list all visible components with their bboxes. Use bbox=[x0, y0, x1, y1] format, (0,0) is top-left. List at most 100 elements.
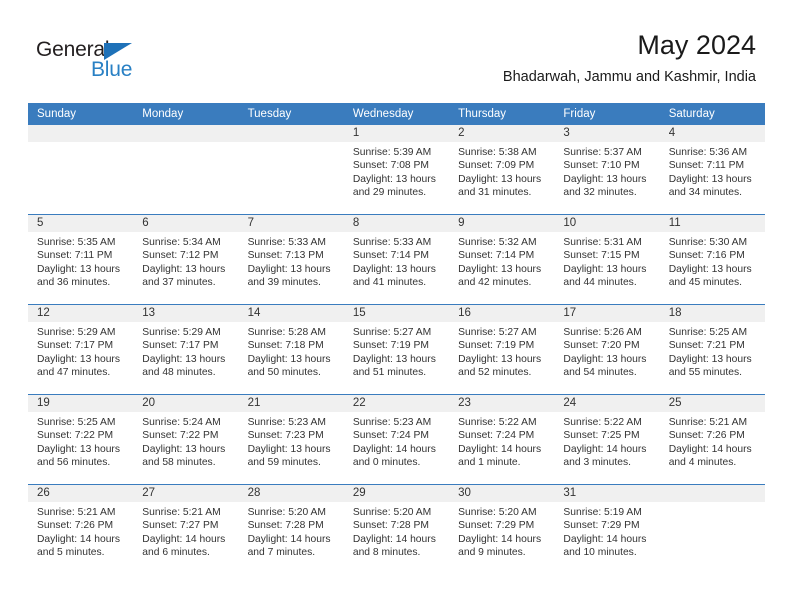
day-sunrise-text: Sunrise: 5:20 AM bbox=[458, 507, 537, 518]
day-sunrise-text: Sunrise: 5:27 AM bbox=[458, 327, 537, 338]
day-daylight-line1-text: Daylight: 13 hours bbox=[563, 263, 647, 275]
day-daylight-line2-text: and 47 minutes. bbox=[37, 367, 111, 379]
day-cell[interactable]: 23 Sunrise: 5:22 AM Sunset: 7:24 PM Dayligh… bbox=[449, 395, 555, 484]
day-sunrise-text: Sunrise: 5:25 AM bbox=[37, 417, 116, 428]
day-sunrise-text: Sunrise: 5:22 AM bbox=[458, 417, 537, 428]
day-sun-info: Sunrise: 5:20 AM Sunset: 7:28 PM Daylight:… bbox=[344, 502, 449, 560]
day-daylight-line1-text: Daylight: 14 hours bbox=[668, 443, 752, 455]
day-daylight-line2-text: and 31 minutes. bbox=[458, 187, 532, 199]
day-cell[interactable]: 18 Sunrise: 5:25 AM Sunset: 7:21 PM Dayligh… bbox=[659, 305, 765, 394]
day-daylight-line1-text: Daylight: 13 hours bbox=[458, 173, 542, 185]
day-sunset-text: Sunset: 7:29 PM bbox=[458, 520, 535, 532]
day-cell[interactable]: 13 Sunrise: 5:29 AM Sunset: 7:17 PM Dayligh… bbox=[133, 305, 239, 394]
day-daylight-line2-text: and 48 minutes. bbox=[142, 367, 216, 379]
day-sunset-text: Sunset: 7:24 PM bbox=[352, 430, 429, 442]
day-daylight-line2-text: and 41 minutes. bbox=[352, 277, 427, 289]
day-cell[interactable]: 6 Sunrise: 5:34 AM Sunset: 7:12 PM Daylight… bbox=[133, 215, 239, 304]
general-blue-logo[interactable]: General Blue bbox=[36, 38, 166, 86]
day-daylight-line2-text: and 10 minutes. bbox=[563, 547, 637, 559]
day-sunset-text: Sunset: 7:11 PM bbox=[668, 160, 745, 172]
day-sun-info: Sunrise: 5:21 AM Sunset: 7:26 PM Daylight:… bbox=[28, 502, 133, 560]
day-cell[interactable]: 2 Sunrise: 5:38 AM Sunset: 7:09 PM Daylight… bbox=[449, 125, 555, 214]
day-daylight-line2-text: and 3 minutes. bbox=[563, 457, 631, 469]
day-cell[interactable]: 27 Sunrise: 5:21 AM Sunset: 7:27 PM Dayligh… bbox=[133, 485, 239, 574]
day-daylight-line1-text: Daylight: 13 hours bbox=[563, 173, 647, 185]
day-sunset-text: Sunset: 7:13 PM bbox=[247, 250, 324, 262]
day-number: 22 bbox=[343, 395, 450, 412]
day-cell[interactable]: 17 Sunrise: 5:26 AM Sunset: 7:20 PM Dayligh… bbox=[554, 305, 660, 394]
day-sun-info: Sunrise: 5:29 AM Sunset: 7:17 PM Daylight:… bbox=[28, 322, 133, 380]
day-cell[interactable]: 1 Sunrise: 5:39 AM Sunset: 7:08 PM Daylight… bbox=[343, 125, 450, 214]
day-sunrise-text: Sunrise: 5:30 AM bbox=[668, 237, 748, 248]
day-sun-info: Sunrise: 5:30 AM Sunset: 7:16 PM Daylight:… bbox=[660, 232, 765, 290]
day-daylight-line2-text: and 52 minutes. bbox=[458, 367, 532, 379]
weekday-header-friday: Friday bbox=[563, 108, 596, 120]
day-daylight-line1-text: Daylight: 13 hours bbox=[37, 263, 120, 275]
day-cell[interactable]: 4 Sunrise: 5:36 AM Sunset: 7:11 PM Daylight… bbox=[659, 125, 765, 214]
day-daylight-line2-text: and 50 minutes. bbox=[247, 367, 321, 379]
day-sunset-text: Sunset: 7:16 PM bbox=[668, 250, 745, 262]
day-sunset-text: Sunset: 7:08 PM bbox=[352, 160, 429, 172]
day-sunset-text: Sunset: 7:14 PM bbox=[458, 250, 535, 262]
day-sun-info: Sunrise: 5:22 AM Sunset: 7:25 PM Daylight:… bbox=[554, 412, 659, 470]
day-sun-info: Sunrise: 5:37 AM Sunset: 7:10 PM Daylight:… bbox=[554, 142, 659, 200]
day-number: 13 bbox=[133, 305, 239, 322]
day-sunset-text: Sunset: 7:18 PM bbox=[247, 340, 324, 352]
week-cells: 12 Sunrise: 5:29 AM Sunset: 7:17 PM Dayligh… bbox=[28, 305, 765, 394]
day-cell[interactable]: 28 Sunrise: 5:20 AM Sunset: 7:28 PM Dayligh… bbox=[238, 485, 344, 574]
day-cell[interactable]: 22 Sunrise: 5:23 AM Sunset: 7:24 PM Dayligh… bbox=[343, 395, 450, 484]
day-daylight-line2-text: and 8 minutes. bbox=[352, 547, 421, 559]
day-cell[interactable]: 8 Sunrise: 5:33 AM Sunset: 7:14 PM Daylight… bbox=[343, 215, 450, 304]
day-cell[interactable]: 31 Sunrise: 5:19 AM Sunset: 7:29 PM Dayligh… bbox=[554, 485, 660, 574]
day-cell[interactable]: 19 Sunrise: 5:25 AM Sunset: 7:22 PM Dayligh… bbox=[28, 395, 134, 484]
day-sun-info: Sunrise: 5:27 AM Sunset: 7:19 PM Daylight:… bbox=[344, 322, 449, 380]
calendar-week-row: 1 Sunrise: 5:39 AM Sunset: 7:08 PM Daylight… bbox=[28, 125, 765, 214]
day-daylight-line1-text: Daylight: 14 hours bbox=[352, 443, 436, 455]
day-cell[interactable]: 11 Sunrise: 5:30 AM Sunset: 7:16 PM Dayligh… bbox=[659, 215, 765, 304]
day-sun-info: Sunrise: 5:20 AM Sunset: 7:28 PM Daylight:… bbox=[239, 502, 344, 560]
day-daylight-line2-text: and 59 minutes. bbox=[247, 457, 321, 469]
day-cell[interactable]: 29 Sunrise: 5:20 AM Sunset: 7:28 PM Dayligh… bbox=[343, 485, 450, 574]
day-cell[interactable]: 30 Sunrise: 5:20 AM Sunset: 7:29 PM Dayligh… bbox=[449, 485, 555, 574]
day-cell[interactable]: 10 Sunrise: 5:31 AM Sunset: 7:15 PM Dayligh… bbox=[554, 215, 660, 304]
day-cell[interactable]: 20 Sunrise: 5:24 AM Sunset: 7:22 PM Dayligh… bbox=[133, 395, 239, 484]
week-cells: 26 Sunrise: 5:21 AM Sunset: 7:26 PM Dayligh… bbox=[28, 485, 765, 574]
day-cell[interactable]: 5 Sunrise: 5:35 AM Sunset: 7:11 PM Daylight… bbox=[28, 215, 134, 304]
day-daylight-line2-text: and 37 minutes. bbox=[142, 277, 216, 289]
day-cell[interactable]: 26 Sunrise: 5:21 AM Sunset: 7:26 PM Dayligh… bbox=[28, 485, 134, 574]
day-sun-info: Sunrise: 5:33 AM Sunset: 7:13 PM Daylight:… bbox=[239, 232, 344, 290]
day-cell[interactable]: 15 Sunrise: 5:27 AM Sunset: 7:19 PM Dayligh… bbox=[343, 305, 450, 394]
day-cell[interactable]: 16 Sunrise: 5:27 AM Sunset: 7:19 PM Dayligh… bbox=[449, 305, 555, 394]
day-cell[interactable]: 21 Sunrise: 5:23 AM Sunset: 7:23 PM Dayligh… bbox=[238, 395, 344, 484]
day-number: 15 bbox=[343, 305, 450, 322]
day-sunset-text: Sunset: 7:14 PM bbox=[352, 250, 429, 262]
day-daylight-line2-text: and 34 minutes. bbox=[668, 187, 742, 199]
day-daylight-line2-text: and 44 minutes. bbox=[563, 277, 637, 289]
day-cell[interactable]: 25 Sunrise: 5:21 AM Sunset: 7:26 PM Dayligh… bbox=[659, 395, 765, 484]
day-daylight-line1-text: Daylight: 13 hours bbox=[668, 353, 752, 365]
day-daylight-line2-text: and 36 minutes. bbox=[37, 277, 111, 289]
day-cell[interactable]: 24 Sunrise: 5:22 AM Sunset: 7:25 PM Dayligh… bbox=[554, 395, 660, 484]
day-sunrise-text: Sunrise: 5:20 AM bbox=[352, 507, 432, 518]
day-number bbox=[28, 125, 134, 142]
day-sunrise-text: Sunrise: 5:31 AM bbox=[563, 237, 642, 248]
day-number: 26 bbox=[28, 485, 134, 502]
day-cell[interactable]: 7 Sunrise: 5:33 AM Sunset: 7:13 PM Daylight… bbox=[238, 215, 344, 304]
day-cell[interactable]: 14 Sunrise: 5:28 AM Sunset: 7:18 PM Dayligh… bbox=[238, 305, 344, 394]
day-number: 21 bbox=[238, 395, 344, 412]
day-sunrise-text: Sunrise: 5:19 AM bbox=[563, 507, 642, 518]
day-daylight-line1-text: Daylight: 13 hours bbox=[247, 353, 331, 365]
day-sunrise-text: Sunrise: 5:21 AM bbox=[37, 507, 116, 518]
day-sun-info: Sunrise: 5:21 AM Sunset: 7:27 PM Daylight:… bbox=[133, 502, 238, 560]
day-sun-info: Sunrise: 5:25 AM Sunset: 7:21 PM Daylight:… bbox=[660, 322, 765, 380]
day-cell[interactable]: 3 Sunrise: 5:37 AM Sunset: 7:10 PM Daylight… bbox=[554, 125, 660, 214]
day-number: 27 bbox=[133, 485, 239, 502]
day-daylight-line1-text: Daylight: 14 hours bbox=[37, 533, 120, 545]
day-sunset-text: Sunset: 7:17 PM bbox=[142, 340, 219, 352]
day-sun-info: Sunrise: 5:25 AM Sunset: 7:22 PM Daylight:… bbox=[28, 412, 133, 470]
day-cell[interactable]: 12 Sunrise: 5:29 AM Sunset: 7:17 PM Dayligh… bbox=[28, 305, 134, 394]
day-number: 9 bbox=[449, 215, 555, 232]
day-sun-info: Sunrise: 5:24 AM Sunset: 7:22 PM Daylight:… bbox=[133, 412, 238, 470]
day-cell[interactable]: 9 Sunrise: 5:32 AM Sunset: 7:14 PM Daylight… bbox=[449, 215, 555, 304]
day-number: 11 bbox=[659, 215, 765, 232]
